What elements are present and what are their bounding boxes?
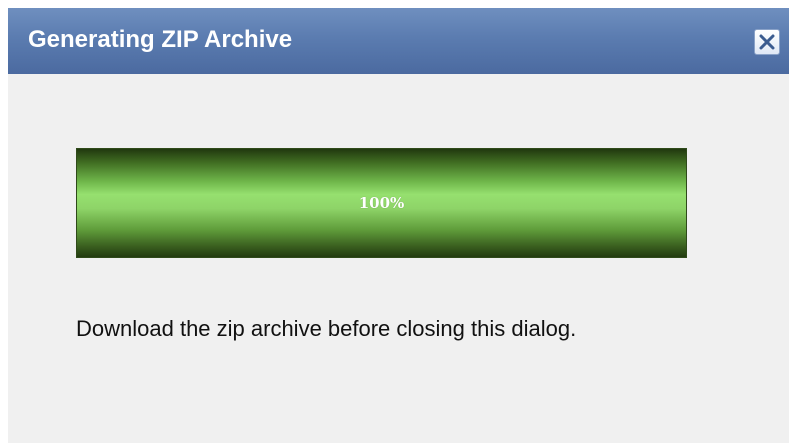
- dialog-titlebar[interactable]: Generating ZIP Archive: [8, 8, 789, 74]
- close-icon: [759, 34, 775, 50]
- progress-bar: 100%: [76, 148, 687, 258]
- zip-archive-dialog: Generating ZIP Archive 100% Download the…: [8, 8, 789, 443]
- progress-label: 100%: [358, 194, 405, 212]
- dialog-message: Download the zip archive before closing …: [76, 316, 577, 341]
- close-button[interactable]: [754, 29, 780, 55]
- dialog-title: Generating ZIP Archive: [28, 26, 293, 53]
